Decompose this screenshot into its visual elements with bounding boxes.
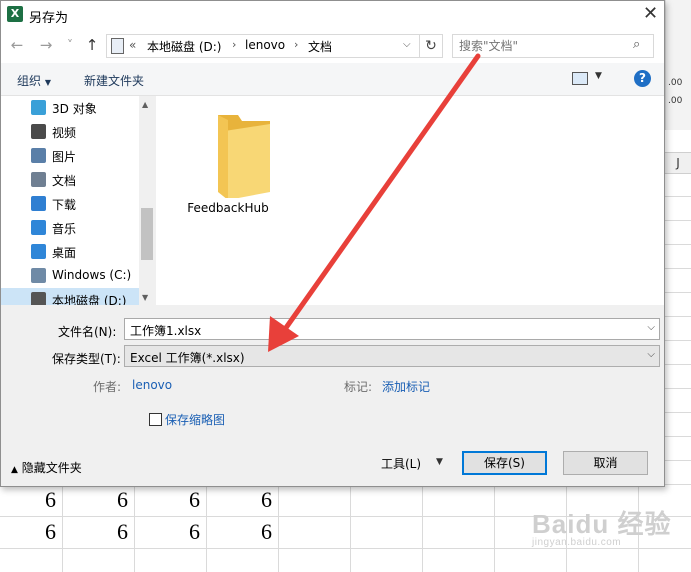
sheet-cell[interactable]: 6 xyxy=(231,519,302,545)
sidebar-item-label: 下载 xyxy=(52,198,77,212)
title-bar[interactable]: X 另存为 ✕ xyxy=(1,1,664,29)
scrollbar-thumb[interactable] xyxy=(141,208,153,260)
folder-item[interactable]: FeedbackHub xyxy=(182,110,274,220)
save-button[interactable]: 保存(S) xyxy=(462,451,547,475)
organize-button[interactable]: 组织 ▼ xyxy=(17,72,51,89)
scroll-up-icon[interactable]: ▲ xyxy=(142,100,148,109)
dialog-title: 另存为 xyxy=(29,11,69,26)
sidebar-item[interactable]: 桌面 xyxy=(1,240,139,264)
view-options-icon[interactable] xyxy=(572,72,588,85)
savetype-label: 保存类型(T): xyxy=(52,352,121,366)
sidebar-item[interactable]: 音乐 xyxy=(1,216,139,240)
recent-locations-icon[interactable]: ˅ xyxy=(61,35,79,55)
folder-icon xyxy=(218,115,270,200)
sidebar-item-label: 视频 xyxy=(52,126,77,140)
scroll-down-icon[interactable]: ▼ xyxy=(142,293,148,302)
sheet-cell[interactable]: 6 xyxy=(231,487,302,513)
chevron-down-icon: ▼ xyxy=(44,78,51,87)
savetype-select[interactable]: Excel 工作簿(*.xlsx) ⌵ xyxy=(124,345,660,367)
baidu-watermark: Baidu 经验 jingyan.baidu.com xyxy=(532,509,672,548)
pictures-icon xyxy=(31,148,46,163)
navigation-scrollbar[interactable]: ▲ ▼ xyxy=(139,96,155,305)
column-header[interactable]: J xyxy=(665,152,691,174)
forward-arrow-icon[interactable]: → xyxy=(37,35,55,55)
breadcrumb-overflow[interactable]: « xyxy=(129,38,136,52)
decimal-format-icon[interactable]: .00 xyxy=(668,78,682,88)
drive-c-icon xyxy=(31,268,46,283)
download-icon xyxy=(31,196,46,211)
sidebar-item[interactable]: 本地磁盘 (D:) xyxy=(1,288,139,305)
chevron-down-icon[interactable]: ⌵ xyxy=(647,322,655,333)
filename-label: 文件名(N): xyxy=(58,325,117,339)
help-icon[interactable]: ? xyxy=(634,70,651,87)
sheet-cell[interactable]: 6 xyxy=(159,487,230,513)
sidebar-item-label: 3D 对象 xyxy=(52,102,97,116)
up-arrow-icon[interactable]: ↑ xyxy=(83,35,101,55)
sidebar-item[interactable]: 下载 xyxy=(1,192,139,216)
search-input[interactable] xyxy=(459,37,629,55)
sidebar-item[interactable]: 图片 xyxy=(1,144,139,168)
breadcrumb-drive-d[interactable]: 本地磁盘 (D:) xyxy=(147,38,221,55)
back-arrow-icon[interactable]: ← xyxy=(8,35,26,55)
file-list-pane: FeedbackHub xyxy=(156,96,664,305)
sheet-cell[interactable]: 6 xyxy=(15,519,86,545)
desktop-icon xyxy=(31,244,46,259)
search-box[interactable]: ⌕ xyxy=(452,34,654,58)
command-bar: 组织 ▼ 新建文件夹 ▼ ? xyxy=(1,63,664,96)
sheet-cell[interactable]: 6 xyxy=(159,519,230,545)
excel-app-icon: X xyxy=(7,6,23,22)
3d-objects-icon xyxy=(31,100,46,115)
folder-name: FeedbackHub xyxy=(187,201,269,215)
tools-menu-button[interactable]: 工具(L) xyxy=(381,455,421,472)
sidebar-item[interactable]: 视频 xyxy=(1,120,139,144)
save-thumbnail-checkbox[interactable] xyxy=(149,413,162,426)
sidebar-item-label: 图片 xyxy=(52,150,77,164)
chevron-right-icon[interactable]: › xyxy=(232,38,236,51)
tags-label: 标记: xyxy=(344,380,373,394)
breadcrumb-documents[interactable]: 文档 xyxy=(308,38,332,55)
sidebar-item-label: 文档 xyxy=(52,174,77,188)
search-icon[interactable]: ⌕ xyxy=(633,37,640,52)
ribbon-fragment xyxy=(665,0,691,130)
navigation-bar: ← → ˅ ↑ « 本地磁盘 (D:) › lenovo › 文档 ⌵ ↻ ⌕ xyxy=(1,29,664,63)
sheet-cell[interactable]: 6 xyxy=(87,519,158,545)
save-form: 文件名(N): 工作簿1.xlsx ⌵ 保存类型(T): Excel 工作簿(*… xyxy=(1,305,664,486)
chevron-down-icon[interactable]: ⌵ xyxy=(403,39,411,50)
decimal-format-icon[interactable]: .00 xyxy=(668,96,682,106)
sidebar-item[interactable]: 3D 对象 xyxy=(1,96,139,120)
sidebar-item[interactable]: 文档 xyxy=(1,168,139,192)
address-bar[interactable]: « 本地磁盘 (D:) › lenovo › 文档 ⌵ xyxy=(106,34,420,58)
refresh-icon[interactable]: ↻ xyxy=(419,34,443,58)
sidebar-item-label: 音乐 xyxy=(52,222,77,236)
save-thumbnail-label[interactable]: 保存缩略图 xyxy=(165,411,225,428)
author-label: 作者: xyxy=(93,380,122,394)
save-as-dialog: X 另存为 ✕ ← → ˅ ↑ « 本地磁盘 (D:) › lenovo › 文… xyxy=(0,0,665,487)
breadcrumb-lenovo[interactable]: lenovo xyxy=(245,38,285,52)
cancel-button[interactable]: 取消 xyxy=(563,451,648,475)
sidebar-item[interactable]: Windows (C:) xyxy=(1,264,139,288)
documents-icon xyxy=(31,172,46,187)
sidebar-item-label: 本地磁盘 (D:) xyxy=(52,294,127,305)
add-tags-link[interactable]: 添加标记 xyxy=(382,378,430,395)
video-icon xyxy=(31,124,46,139)
sheet-cell[interactable]: 6 xyxy=(15,487,86,513)
chevron-up-icon: ▲ xyxy=(11,465,18,475)
sidebar-item-label: 桌面 xyxy=(52,246,77,260)
chevron-right-icon[interactable]: › xyxy=(294,38,298,51)
sheet-cell[interactable]: 6 xyxy=(87,487,158,513)
filename-field[interactable]: 工作簿1.xlsx ⌵ xyxy=(124,318,660,340)
chevron-down-icon[interactable]: ▼ xyxy=(595,71,602,81)
chevron-down-icon[interactable]: ▼ xyxy=(436,457,443,467)
close-button[interactable]: ✕ xyxy=(637,1,664,27)
drive-d-icon xyxy=(31,292,46,305)
chevron-down-icon[interactable]: ⌵ xyxy=(647,349,655,360)
new-folder-button[interactable]: 新建文件夹 xyxy=(84,72,144,89)
sidebar-item-label: Windows (C:) xyxy=(52,268,132,282)
music-icon xyxy=(31,220,46,235)
navigation-pane: 3D 对象视频图片文档下载音乐桌面 Windows (C:) 本地磁盘 (D:) xyxy=(1,96,139,305)
author-value[interactable]: lenovo xyxy=(132,378,172,392)
hide-folders-toggle[interactable]: ▲ 隐藏文件夹 xyxy=(11,459,82,476)
location-icon xyxy=(111,38,124,54)
